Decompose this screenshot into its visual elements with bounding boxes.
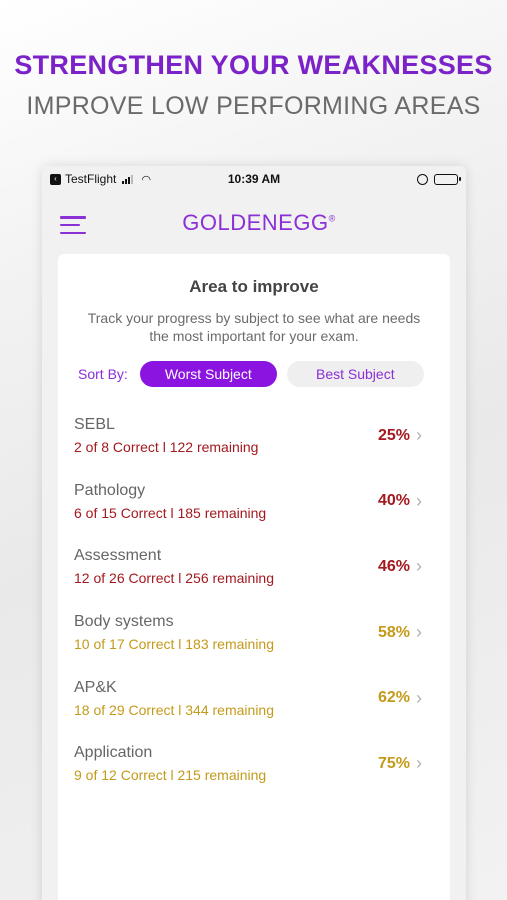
subject-list: SEBL 2 of 8 Correct l 122 remaining 25% › Pa… (58, 403, 450, 797)
subject-name: Assessment (74, 547, 162, 565)
chevron-right-icon: › (416, 425, 422, 446)
subject-name: SEBL (74, 416, 115, 434)
promo-subline: IMPROVE LOW PERFORMING AREAS (26, 92, 481, 120)
sort-worst-subject-button[interactable]: Worst Subject (139, 361, 277, 387)
phone-screen: ‹ TestFlight ◠ 10:39 AM GOLDENEGG® Area … (42, 166, 466, 900)
carrier-label[interactable]: TestFlight (65, 172, 116, 186)
subject-percent: 62% (377, 689, 410, 707)
area-to-improve-card: Area to improve Track your progress by s… (58, 254, 450, 900)
subject-detail: 6 of 15 Correct l 185 remaining (74, 504, 267, 521)
subject-text: Application 9 of 12 Correct l 215 remaini… (74, 744, 378, 783)
nav-bar: GOLDENEGG® (42, 192, 466, 254)
subject-row[interactable]: SEBL 2 of 8 Correct l 122 remaining 25% › (58, 403, 450, 469)
sort-controls: Sort By: Worst Subject Best Subject (78, 361, 450, 387)
subject-row[interactable]: Body systems 10 of 17 Correct l 183 remai… (58, 600, 450, 666)
subject-text: SEBL 2 of 8 Correct l 122 remaining (74, 416, 378, 455)
subject-detail: 12 of 26 Correct l 256 remaining (74, 570, 274, 587)
chevron-right-icon: › (416, 753, 422, 774)
back-to-app-icon[interactable]: ‹ (50, 173, 61, 185)
subject-name: Body systems (74, 613, 174, 631)
card-description: Track your progress by subject to see wh… (87, 310, 421, 344)
subject-row[interactable]: AP&K 18 of 29 Correct l 344 remaining 62% › (58, 665, 450, 731)
subject-name: AP&K (74, 678, 117, 696)
subject-percent: 58% (377, 623, 410, 641)
status-bar: ‹ TestFlight ◠ 10:39 AM (42, 166, 466, 192)
chevron-right-icon: › (416, 622, 422, 643)
subject-text: Body systems 10 of 17 Correct l 183 remai… (74, 613, 378, 652)
subject-percent: 40% (377, 492, 410, 510)
subject-text: Assessment 12 of 26 Correct l 256 remaini… (74, 547, 378, 586)
card-title: Area to improve (189, 277, 319, 296)
subject-detail: 2 of 8 Correct l 122 remaining (74, 439, 259, 456)
subject-detail: 18 of 29 Correct l 344 remaining (74, 701, 274, 718)
subject-percent: 25% (377, 426, 410, 444)
subject-percent: 75% (377, 754, 410, 772)
subject-name: Application (74, 744, 153, 762)
chevron-right-icon: › (416, 490, 422, 511)
logo-text: GOLDENEGG (182, 210, 329, 235)
battery-icon (434, 173, 461, 185)
rotation-lock-icon (417, 173, 428, 185)
sort-best-subject-button[interactable]: Best Subject (286, 361, 424, 387)
subject-row[interactable]: Assessment 12 of 26 Correct l 256 remaini… (58, 534, 450, 600)
subject-name: Pathology (74, 481, 146, 499)
signal-icon (122, 174, 134, 184)
subject-detail: 10 of 17 Correct l 183 remaining (74, 636, 274, 653)
chevron-right-icon: › (416, 556, 422, 577)
wifi-icon: ◠ (141, 173, 151, 186)
subject-row[interactable]: Application 9 of 12 Correct l 215 remaini… (58, 731, 450, 797)
subject-text: AP&K 18 of 29 Correct l 344 remaining (74, 679, 378, 718)
subject-row[interactable]: Pathology 6 of 15 Correct l 185 remaining… (58, 469, 450, 535)
promo-headline: STRENGTHEN YOUR WEAKNESSES (14, 50, 493, 80)
subject-detail: 9 of 12 Correct l 215 remaining (74, 767, 267, 784)
sort-label: Sort By: (78, 366, 128, 382)
logo-mark: ® (328, 213, 336, 224)
app-logo: GOLDENEGG® (182, 210, 335, 236)
subject-text: Pathology 6 of 15 Correct l 185 remaining (74, 482, 378, 521)
hamburger-icon[interactable] (60, 216, 86, 234)
subject-percent: 46% (377, 557, 410, 575)
chevron-right-icon: › (416, 687, 422, 708)
